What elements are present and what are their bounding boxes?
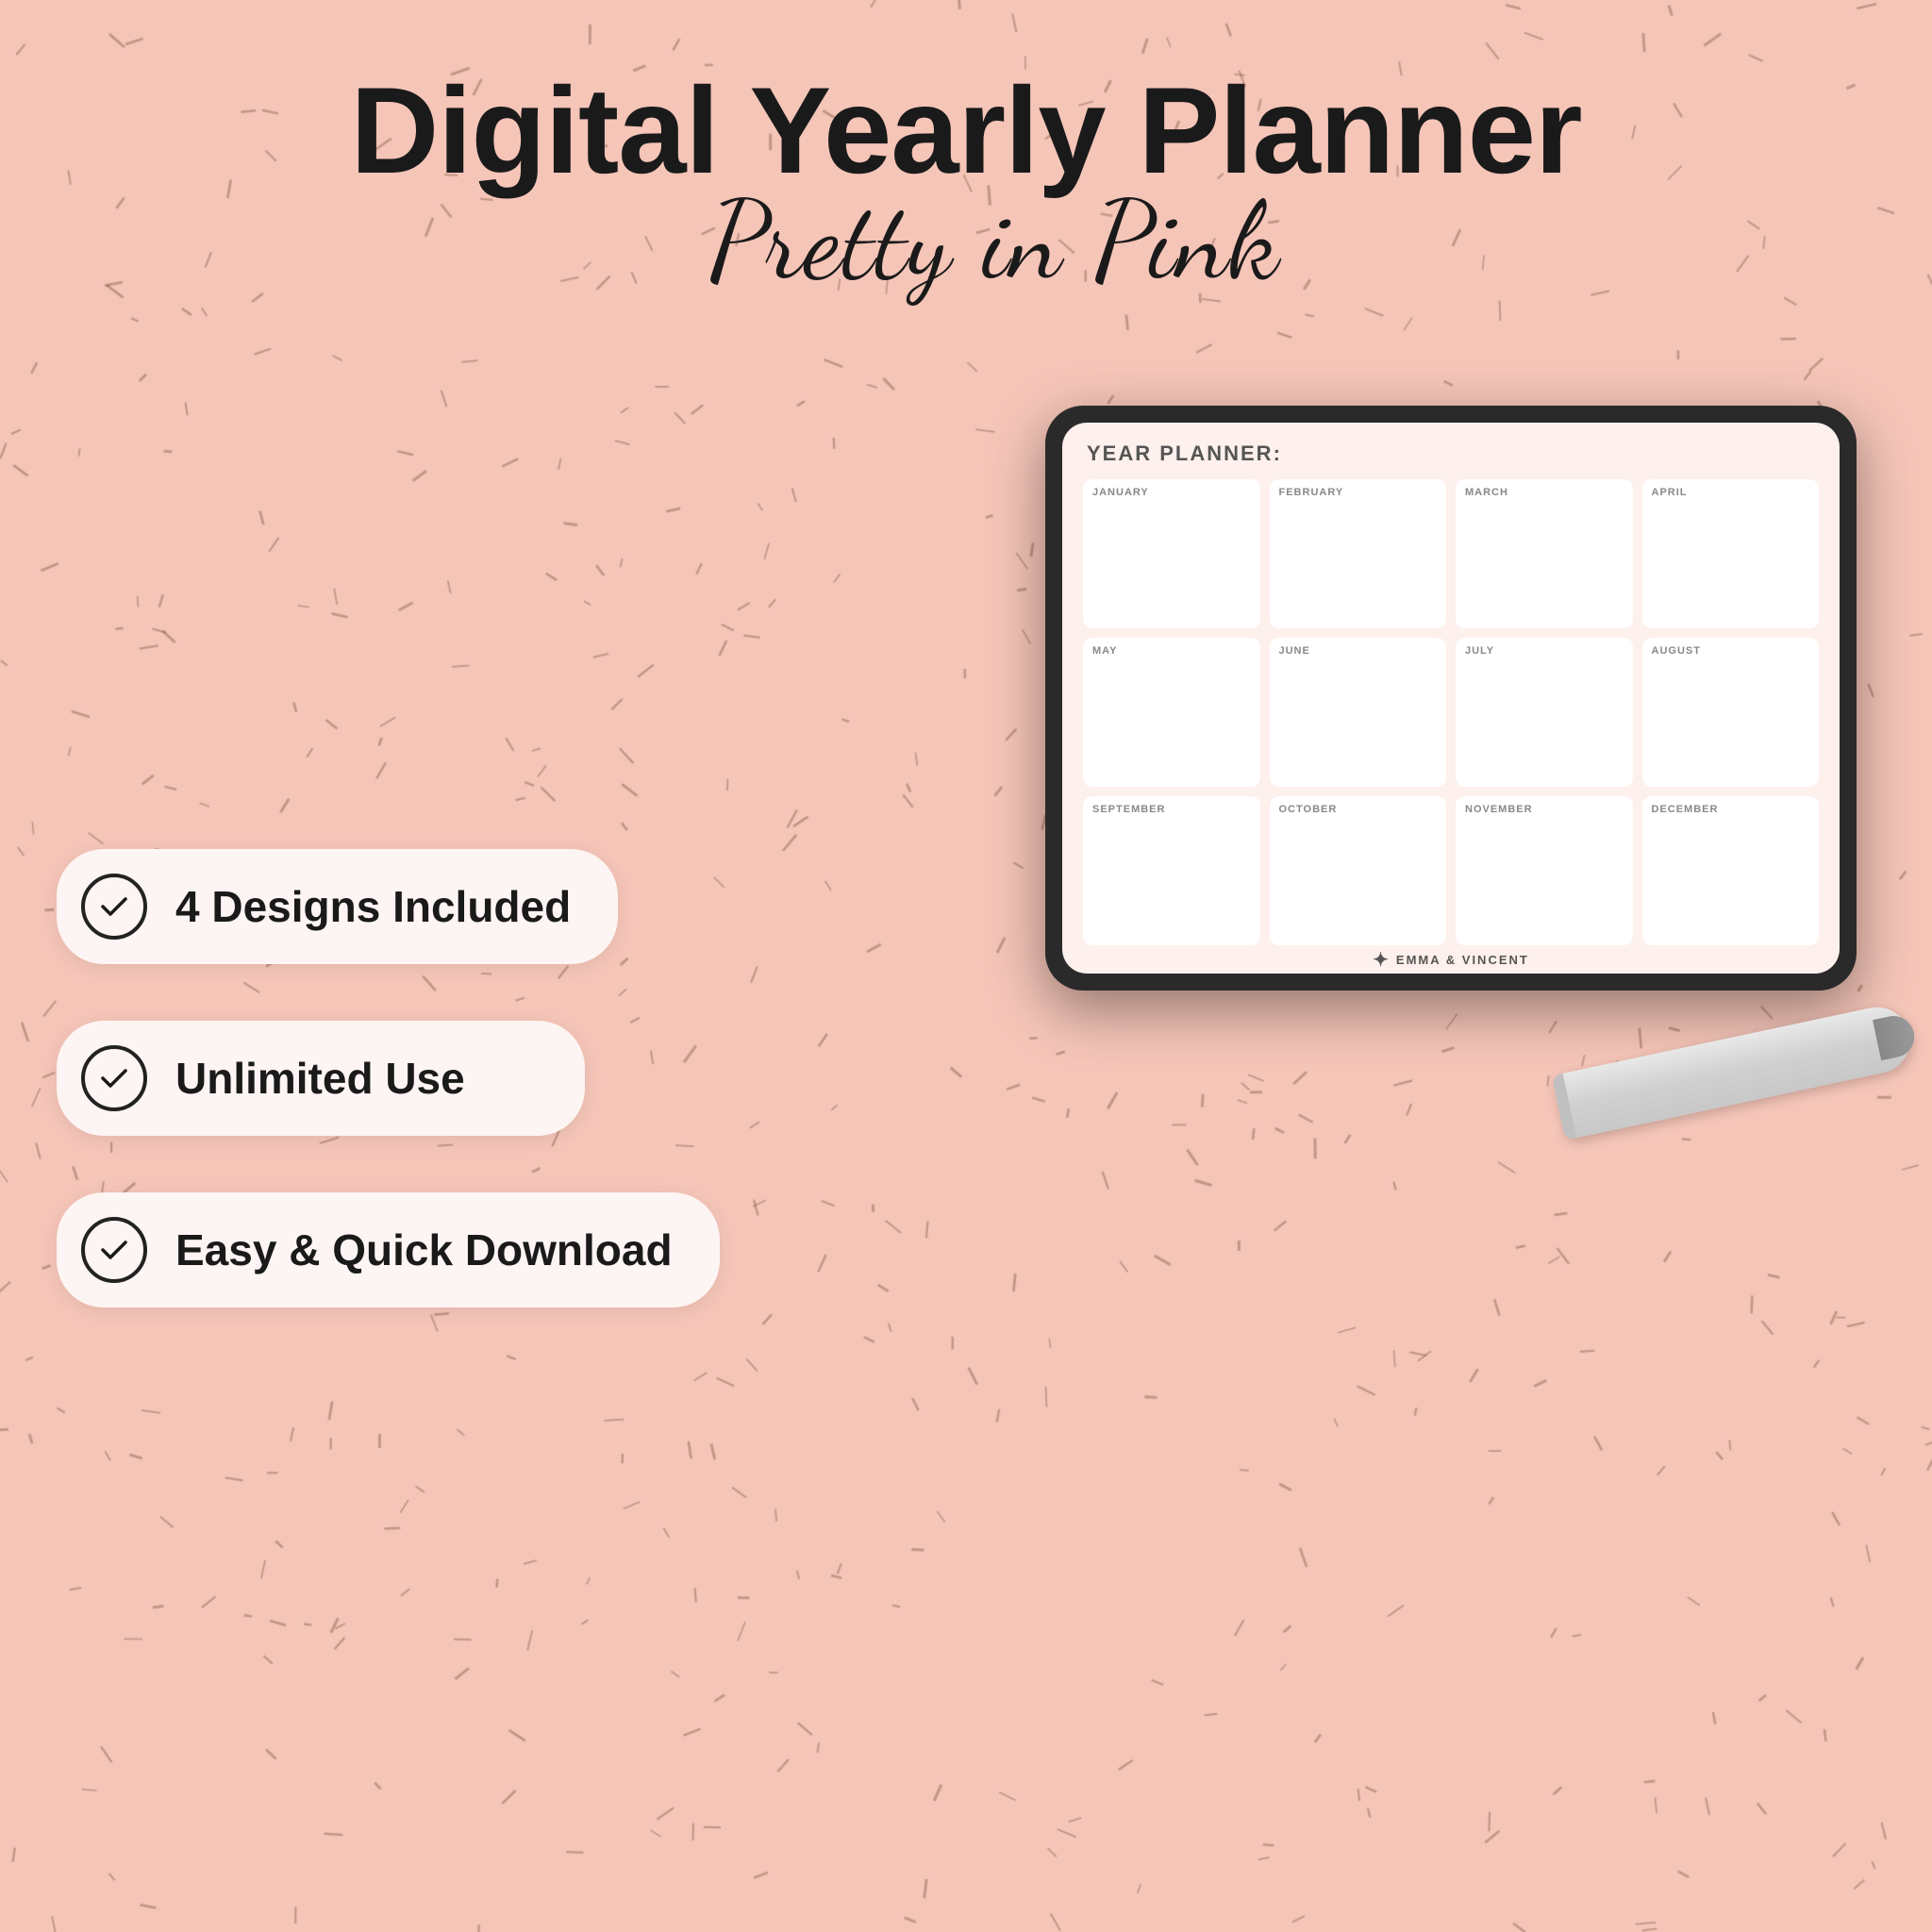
month-cell-april: APRIL <box>1642 479 1820 628</box>
month-cell-june: JUNE <box>1270 638 1447 787</box>
apple-pencil <box>1552 1001 1916 1140</box>
month-cell-november: NOVEMBER <box>1456 796 1633 945</box>
features-list: 4 Designs Included Unlimited Use Easy & … <box>57 849 720 1307</box>
main-title: Digital Yearly Planner <box>0 0 1932 195</box>
planner-heading: YEAR PLANNER: <box>1083 441 1819 466</box>
tablet-screen: YEAR PLANNER: JANUARYFEBRUARYMARCHAPRIL M… <box>1062 423 1840 974</box>
brand-logo-icon: ✦ <box>1373 948 1391 972</box>
month-cell-may: MAY <box>1083 638 1260 787</box>
months-grid: JANUARYFEBRUARYMARCHAPRIL MAYJUNEJULYAUGU… <box>1083 479 1819 945</box>
feature-text-designs: 4 Designs Included <box>175 881 571 932</box>
brand-footer: ✦ EMMA & VINCENT <box>1373 948 1529 972</box>
month-cell-august: AUGUST <box>1642 638 1820 787</box>
month-cell-february: FEBRUARY <box>1270 479 1447 628</box>
check-icon-designs <box>81 874 147 940</box>
tablet-mockup: YEAR PLANNER: JANUARYFEBRUARYMARCHAPRIL M… <box>1045 406 1875 1047</box>
script-subtitle: Pretty in Pink <box>0 176 1932 307</box>
tablet-outer: YEAR PLANNER: JANUARYFEBRUARYMARCHAPRIL M… <box>1045 406 1857 991</box>
month-cell-march: MARCH <box>1456 479 1633 628</box>
month-cell-october: OCTOBER <box>1270 796 1447 945</box>
feature-item-download: Easy & Quick Download <box>57 1192 720 1307</box>
month-cell-january: JANUARY <box>1083 479 1260 628</box>
month-cell-july: JULY <box>1456 638 1633 787</box>
check-icon-unlimited <box>81 1045 147 1111</box>
check-icon-download <box>81 1217 147 1283</box>
feature-text-unlimited: Unlimited Use <box>175 1053 465 1104</box>
feature-item-designs: 4 Designs Included <box>57 849 720 964</box>
feature-item-unlimited: Unlimited Use <box>57 1021 720 1136</box>
month-cell-september: SEPTEMBER <box>1083 796 1260 945</box>
feature-text-download: Easy & Quick Download <box>175 1224 673 1275</box>
month-cell-december: DECEMBER <box>1642 796 1820 945</box>
brand-name: EMMA & VINCENT <box>1396 953 1529 967</box>
